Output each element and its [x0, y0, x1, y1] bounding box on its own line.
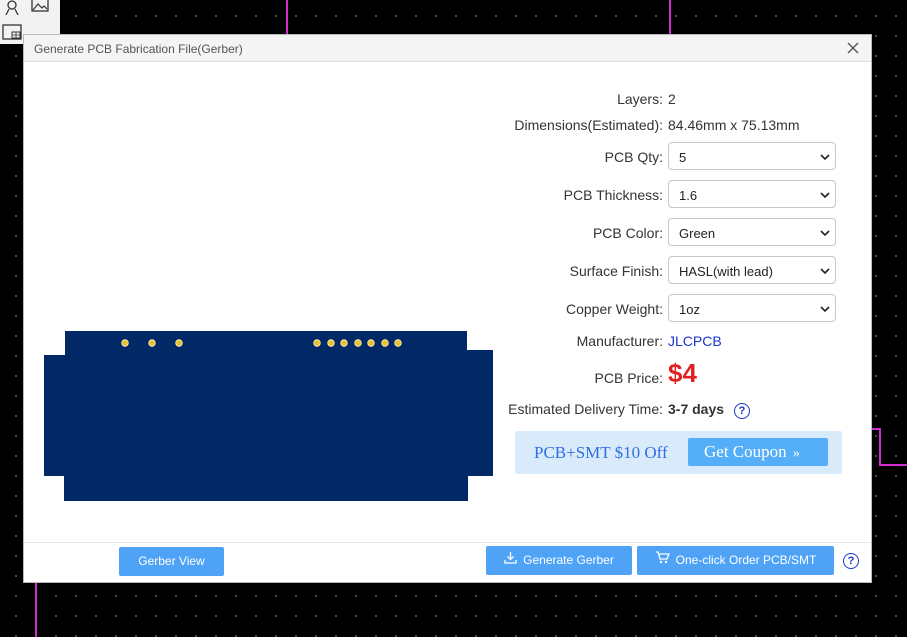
thickness-select-value: 1.6 — [679, 188, 698, 203]
get-coupon-label: Get Coupon — [704, 442, 787, 461]
delivery-value: 3-7 days — [668, 401, 725, 417]
pcb-pad — [340, 339, 348, 347]
download-icon — [504, 546, 517, 575]
chevron-down-icon — [820, 230, 830, 237]
layout-icon[interactable] — [2, 23, 22, 41]
generate-gerber-button[interactable]: Generate Gerber — [486, 546, 632, 575]
thickness-label: PCB Thickness: — [563, 187, 663, 203]
gerber-view-button[interactable]: Gerber View — [119, 547, 224, 576]
gerber-dialog: Generate PCB Fabrication File(Gerber) La… — [23, 34, 872, 583]
footer-divider — [24, 542, 871, 543]
pcb-pad — [327, 339, 335, 347]
chevron-right-icon: » — [792, 446, 800, 461]
color-select[interactable]: Green — [668, 218, 836, 246]
pcb-pad — [121, 339, 129, 347]
pcb-trace — [286, 0, 288, 34]
delivery-label: Estimated Delivery Time: — [508, 401, 663, 417]
color-label: PCB Color: — [592, 225, 663, 241]
chevron-down-icon — [820, 268, 830, 275]
pcb-trace — [879, 464, 907, 466]
dimensions-value: 84.46mm x 75.13mm — [668, 117, 800, 133]
thickness-select[interactable]: 1.6 — [668, 180, 836, 208]
one-click-order-button[interactable]: One-click Order PCB/SMT — [637, 546, 834, 575]
finish-label: Surface Finish: — [569, 263, 663, 279]
help-icon[interactable]: ? — [843, 553, 859, 569]
user-icon[interactable] — [2, 0, 22, 16]
copper-select-value: 1oz — [679, 302, 700, 317]
qty-select[interactable]: 5 — [668, 142, 836, 170]
pcb-trace — [879, 428, 881, 466]
copper-select[interactable]: 1oz — [668, 294, 836, 322]
dialog-titlebar: Generate PCB Fabrication File(Gerber) — [24, 35, 871, 62]
pcb-trace — [669, 0, 671, 34]
coupon-text: PCB+SMT $10 Off — [534, 443, 668, 462]
manufacturer-label: Manufacturer: — [576, 333, 663, 349]
price-value: $4 — [668, 358, 697, 388]
coupon-banner: PCB+SMT $10 Off Get Coupon » — [515, 431, 842, 474]
image-icon[interactable] — [30, 0, 50, 14]
chevron-down-icon — [820, 154, 830, 161]
pcb-pad — [354, 339, 362, 347]
pcb-pad — [175, 339, 183, 347]
finish-select[interactable]: HASL(with lead) — [668, 256, 836, 284]
layers-value: 2 — [668, 91, 676, 107]
price-label: PCB Price: — [594, 370, 663, 386]
color-select-value: Green — [679, 226, 716, 241]
one-click-order-label: One-click Order PCB/SMT — [675, 553, 817, 567]
close-icon[interactable] — [845, 40, 861, 56]
layers-label: Layers: — [617, 91, 663, 107]
finish-select-value: HASL(with lead) — [679, 264, 773, 279]
get-coupon-button[interactable]: Get Coupon » — [688, 438, 828, 466]
dialog-title: Generate PCB Fabrication File(Gerber) — [34, 42, 243, 56]
pcb-pad — [313, 339, 321, 347]
help-icon[interactable]: ? — [733, 403, 750, 419]
manufacturer-link[interactable]: JLCPCB — [668, 333, 722, 349]
delivery-row: 3-7 days ? — [668, 401, 750, 419]
pcb-pad — [148, 339, 156, 347]
gerber-view-label: Gerber View — [138, 554, 205, 568]
dimensions-label: Dimensions(Estimated): — [514, 117, 663, 133]
cart-icon — [655, 546, 670, 575]
qty-label: PCB Qty: — [604, 149, 663, 165]
copper-label: Copper Weight: — [565, 301, 663, 317]
chevron-down-icon — [820, 306, 830, 313]
chevron-down-icon — [820, 192, 830, 199]
pcb-trace — [35, 583, 37, 637]
generate-gerber-label: Generate Gerber — [523, 553, 614, 567]
qty-select-value: 5 — [679, 150, 687, 165]
